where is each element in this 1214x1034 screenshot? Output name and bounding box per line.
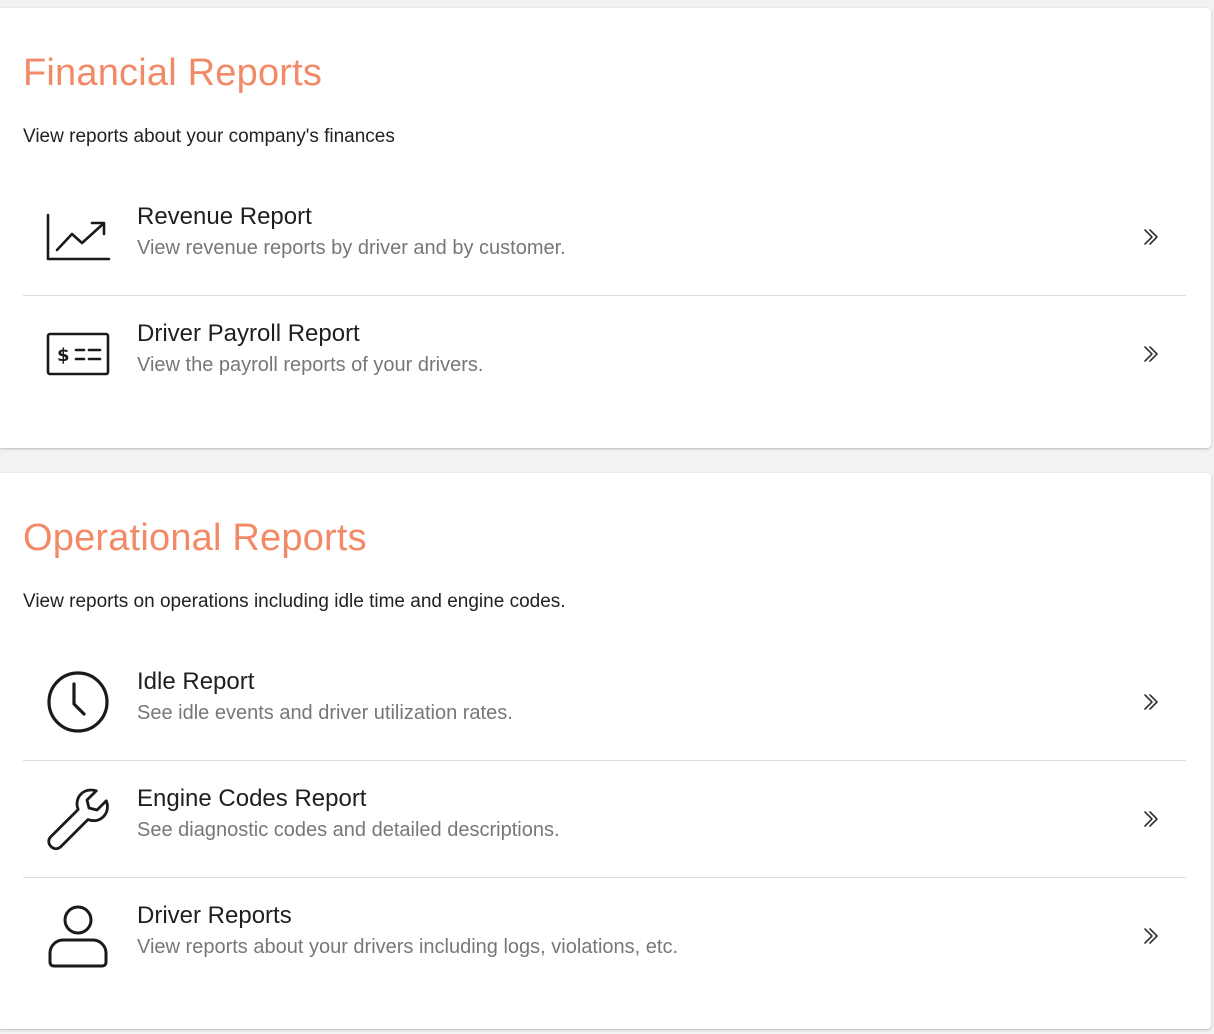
double-chevron-right-icon[interactable]: [1142, 810, 1160, 828]
clock-icon: [45, 669, 111, 735]
financial-report-list: Revenue Report View revenue reports by d…: [23, 179, 1186, 412]
report-description: View revenue reports by driver and by cu…: [137, 237, 566, 259]
reports-page: Financial Reports View reports about you…: [0, 0, 1214, 1034]
svg-text:$: $: [57, 345, 70, 366]
driver-payroll-report-item[interactable]: $ Driver Payroll Report View the payroll…: [23, 296, 1186, 412]
report-name: Driver Reports: [137, 902, 292, 929]
double-chevron-right-icon[interactable]: [1142, 228, 1160, 246]
revenue-report-item[interactable]: Revenue Report View revenue reports by d…: [23, 179, 1186, 296]
report-description: View the payroll reports of your drivers…: [137, 354, 484, 376]
double-chevron-right-icon[interactable]: [1142, 927, 1160, 945]
driver-reports-item[interactable]: Driver Reports View reports about your d…: [23, 878, 1186, 994]
engine-codes-report-item[interactable]: Engine Codes Report See diagnostic codes…: [23, 761, 1186, 878]
financial-reports-description: View reports about your company's financ…: [23, 126, 395, 147]
paycheck-icon: $: [45, 321, 111, 387]
financial-reports-card: Financial Reports View reports about you…: [0, 8, 1211, 448]
report-name: Driver Payroll Report: [137, 320, 360, 347]
report-name: Idle Report: [137, 668, 255, 695]
double-chevron-right-icon[interactable]: [1142, 345, 1160, 363]
report-name: Revenue Report: [137, 203, 312, 230]
report-name: Engine Codes Report: [137, 785, 367, 812]
financial-reports-title: Financial Reports: [23, 52, 323, 94]
person-icon: [45, 903, 111, 969]
trend-chart-icon: [45, 204, 111, 270]
operational-report-list: Idle Report See idle events and driver u…: [23, 644, 1186, 994]
operational-reports-description: View reports on operations including idl…: [23, 591, 566, 612]
report-description: See diagnostic codes and detailed descri…: [137, 819, 560, 841]
double-chevron-right-icon[interactable]: [1142, 693, 1160, 711]
report-description: View reports about your drivers includin…: [137, 936, 679, 958]
report-description: See idle events and driver utilization r…: [137, 702, 513, 724]
wrench-icon: [45, 786, 111, 852]
operational-reports-title: Operational Reports: [23, 517, 367, 559]
operational-reports-card: Operational Reports View reports on oper…: [0, 473, 1211, 1029]
idle-report-item[interactable]: Idle Report See idle events and driver u…: [23, 644, 1186, 761]
